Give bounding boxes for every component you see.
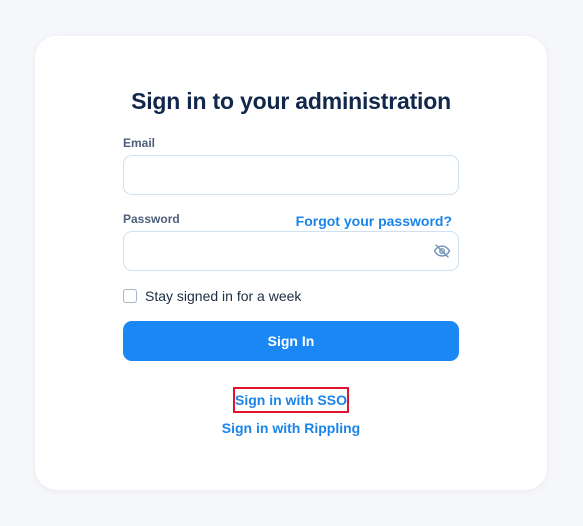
- remember-me-label: Stay signed in for a week: [145, 288, 302, 304]
- password-field[interactable]: [123, 231, 459, 271]
- sign-in-with-rippling-link[interactable]: Sign in with Rippling: [35, 420, 547, 436]
- sign-in-card: Sign in to your administration Email Pas…: [35, 36, 547, 490]
- page-title: Sign in to your administration: [131, 88, 451, 114]
- sign-in-button[interactable]: Sign In: [123, 321, 459, 361]
- email-field[interactable]: [123, 155, 459, 195]
- remember-me-checkbox[interactable]: [123, 289, 137, 303]
- forgot-password-link[interactable]: Forgot your password?: [296, 213, 452, 229]
- eye-off-icon[interactable]: [433, 242, 451, 260]
- email-label: Email: [123, 136, 156, 150]
- remember-me-row: Stay signed in for a week: [123, 288, 301, 304]
- password-label: Password: [123, 212, 180, 226]
- sign-in-with-sso-link[interactable]: Sign in with SSO: [233, 387, 349, 413]
